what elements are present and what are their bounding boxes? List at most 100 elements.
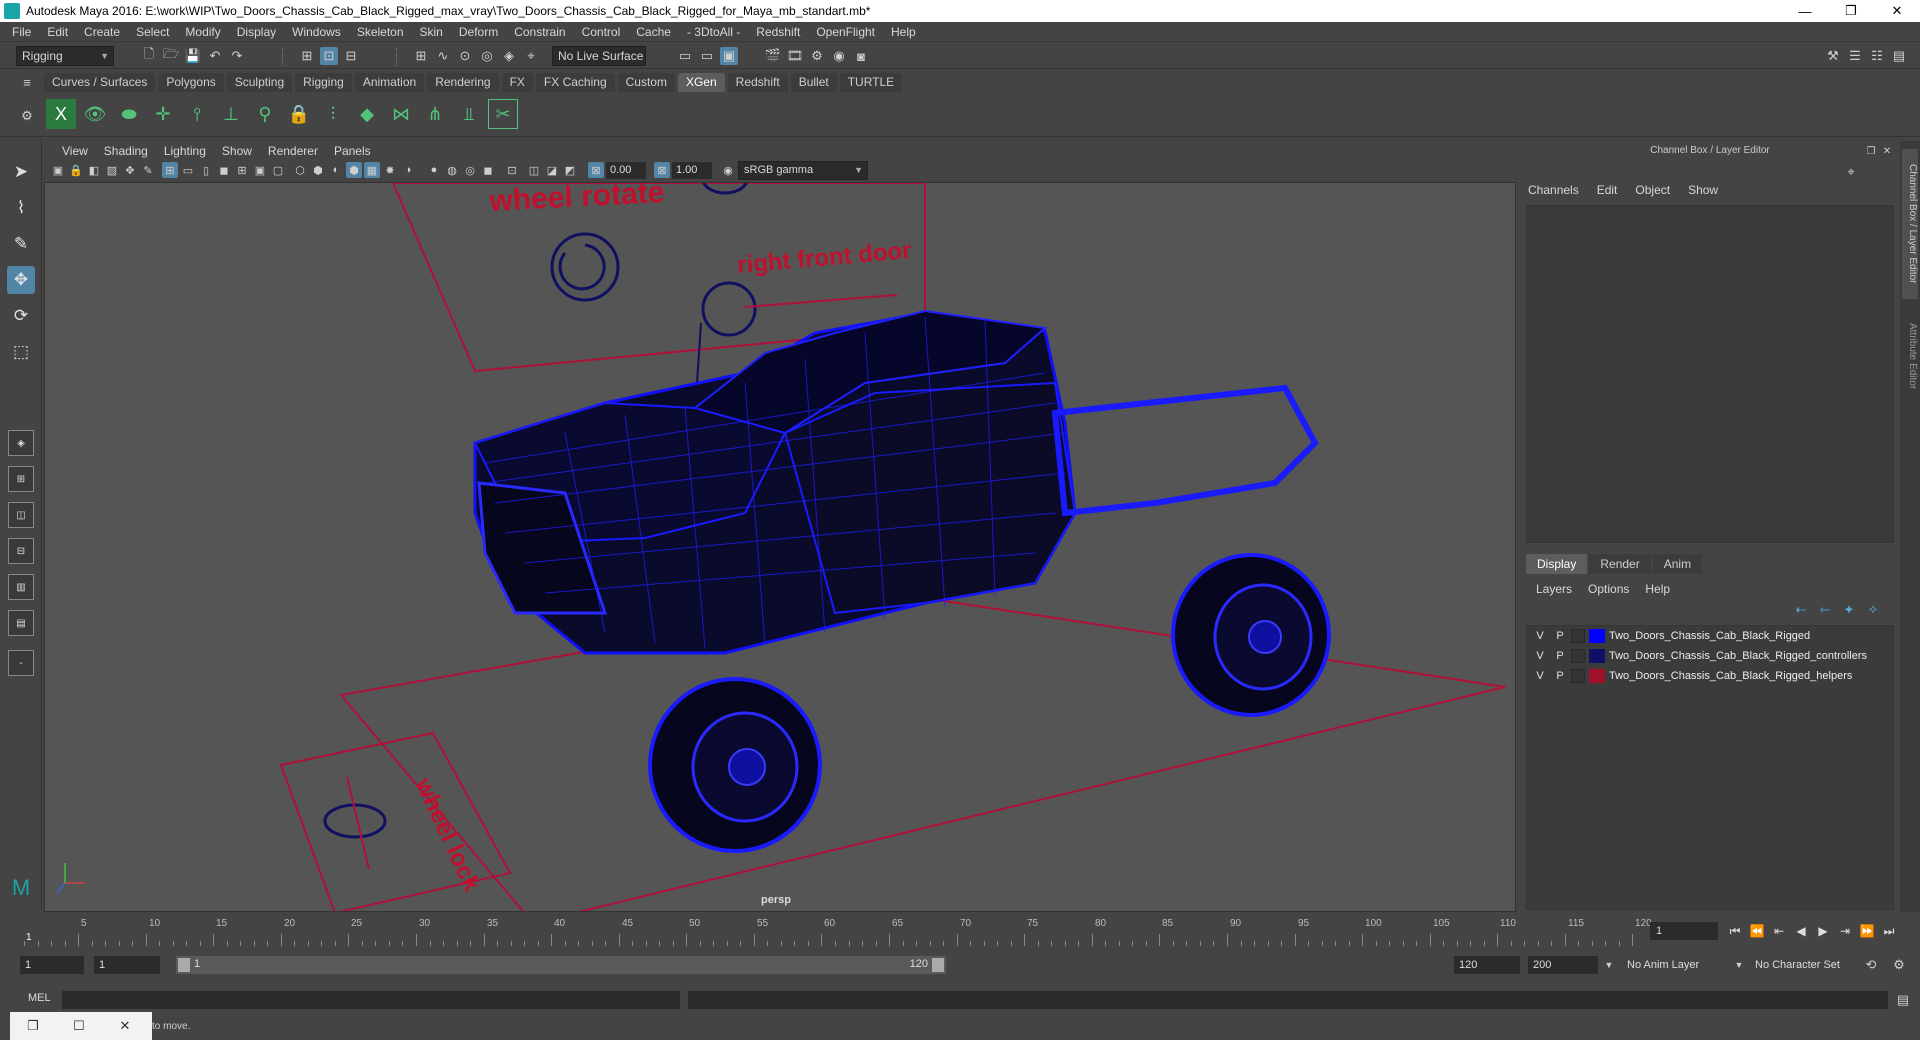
character-set-dropdown[interactable]: No Character Set [1750, 956, 1860, 974]
undo-icon[interactable]: ↶ [206, 47, 224, 65]
xgen-add-guide-icon[interactable]: ✛ [148, 99, 178, 129]
xgen-bake-icon[interactable]: ⋈ [386, 99, 416, 129]
select-component-icon[interactable]: ⊟ [342, 47, 360, 65]
menu-windows[interactable]: Windows [292, 25, 341, 39]
rotate-tool-icon[interactable]: ⟳ [7, 302, 35, 330]
select-object-icon[interactable]: ⊡ [320, 47, 338, 65]
range-start-handle[interactable] [178, 958, 190, 972]
step-forward-frame-icon[interactable]: ⏩ [1858, 922, 1876, 940]
shelf-tab-redshift[interactable]: Redshift [727, 73, 788, 92]
attribute-editor-toggle-icon[interactable]: ☰ [1846, 47, 1864, 65]
vp-menu-renderer[interactable]: Renderer [268, 144, 318, 158]
layer-visibility-toggle[interactable]: V [1533, 670, 1547, 682]
chevron-down-icon[interactable]: ▼ [1730, 956, 1748, 974]
field-chart-icon[interactable]: ⊞ [234, 162, 250, 178]
layer-color-swatch[interactable] [1589, 669, 1605, 683]
select-tool-icon[interactable]: ➤ [7, 158, 35, 186]
menu-openflight[interactable]: OpenFlight [816, 25, 875, 39]
menu-redshift[interactable]: Redshift [756, 25, 800, 39]
single-pane-layout-icon[interactable]: ◈ [8, 430, 34, 456]
auto-key-icon[interactable]: ⟲ [1862, 956, 1880, 974]
layer-row[interactable]: V P Two_Doors_Chassis_Cab_Black_Rigged [1527, 626, 1893, 646]
layer-tab-anim[interactable]: Anim [1652, 554, 1703, 574]
smooth-shade-icon[interactable]: ⬢ [310, 162, 326, 178]
layer-visibility-toggle[interactable]: V [1533, 650, 1547, 662]
exposure-toggle-icon[interactable]: ⊠ [588, 162, 604, 178]
xgen-collection-icon[interactable]: ⬬ [114, 99, 144, 129]
step-back-key-icon[interactable]: ⇤ [1770, 922, 1788, 940]
snap-grid-icon[interactable]: ⊞ [412, 47, 430, 65]
shelf-options-icon[interactable]: ⚙ [18, 107, 36, 125]
input-ops-icon[interactable]: ▭ [676, 47, 694, 65]
shelf-tab-polygons[interactable]: Polygons [158, 73, 224, 92]
menu-skeleton[interactable]: Skeleton [357, 25, 404, 39]
viewport-persp[interactable]: wheel rotate right front door wheel lock [44, 182, 1516, 912]
film-gate-icon[interactable]: ▭ [180, 162, 196, 178]
menu-display[interactable]: Display [237, 25, 276, 39]
layer-row[interactable]: V P Two_Doors_Chassis_Cab_Black_Rigged_h… [1527, 666, 1893, 686]
shelf-tab-bullet[interactable]: Bullet [790, 73, 837, 92]
xgen-layers-icon[interactable]: ◆ [352, 99, 382, 129]
resolution-gate-icon[interactable]: ▯ [198, 162, 214, 178]
make-live-icon[interactable]: ⌖ [522, 47, 540, 65]
go-to-end-icon[interactable]: ⏭ [1880, 922, 1898, 940]
close-window-icon[interactable]: ✕ [102, 1018, 148, 1034]
time-slider-track[interactable]: 1 5 10 15 20 25 30 35 40 45 50 55 60 65 70 75 80 85 90 95 1… [24, 916, 1652, 946]
persp-graph-layout-icon[interactable]: ⊟ [8, 538, 34, 564]
restore-button[interactable]: ❐ [1828, 0, 1874, 22]
layer-playback-toggle[interactable]: P [1553, 670, 1567, 682]
maximize-window-icon[interactable]: ☐ [56, 1018, 102, 1034]
menu-cache[interactable]: Cache [636, 25, 671, 39]
move-layer-up-icon[interactable]: ⇠ [1792, 601, 1810, 619]
snap-curve-icon[interactable]: ∿ [434, 47, 452, 65]
play-backwards-icon[interactable]: ◀ [1792, 922, 1810, 940]
save-scene-icon[interactable]: 💾 [184, 47, 202, 65]
playback-end-field[interactable]: 120 [1454, 956, 1520, 974]
top-controller[interactable] [702, 183, 748, 195]
render-settings-icon[interactable]: ⚙ [808, 47, 826, 65]
render-view-icon[interactable]: ◙ [852, 47, 870, 65]
shelf-tab-animation[interactable]: Animation [354, 73, 425, 92]
layer-type-toggle[interactable] [1571, 629, 1585, 643]
layer-name[interactable]: Two_Doors_Chassis_Cab_Black_Rigged_helpe… [1609, 670, 1852, 682]
side-tab-channel-box[interactable]: Channel Box / Layer Editor [1902, 149, 1918, 299]
go-to-start-icon[interactable]: ⏮ [1726, 922, 1744, 940]
layout-menu-icon[interactable]: - [8, 650, 34, 676]
xgen-hair-icon[interactable]: ⫫ [454, 99, 484, 129]
menu-file[interactable]: File [12, 25, 31, 39]
menu-deform[interactable]: Deform [459, 25, 498, 39]
layer-tab-display[interactable]: Display [1526, 554, 1588, 574]
shelf-tab-rigging[interactable]: Rigging [295, 73, 352, 92]
redo-icon[interactable]: ↷ [228, 47, 246, 65]
shadows-icon[interactable]: ◑ [400, 162, 416, 178]
cb-menu-edit[interactable]: Edit [1597, 183, 1618, 197]
xgen-preview-icon[interactable]: 👁 [80, 99, 110, 129]
menu-help[interactable]: Help [891, 25, 916, 39]
channel-box-toggle-icon[interactable]: ▤ [1890, 47, 1908, 65]
hypershade-icon[interactable]: ◉ [830, 47, 848, 65]
anim-layer-dropdown[interactable]: No Anim Layer [1622, 956, 1732, 974]
step-back-frame-icon[interactable]: ⏪ [1748, 922, 1766, 940]
vp-menu-view[interactable]: View [62, 144, 88, 158]
wireframe-icon[interactable]: ⬡ [292, 162, 308, 178]
shelf-tab-xgen[interactable]: XGen [677, 73, 725, 92]
side-tab-attribute-editor[interactable]: Attribute Editor [1902, 311, 1918, 401]
modeling-toolkit-icon[interactable]: ⚒ [1824, 47, 1842, 65]
shelf-tab-sculpting[interactable]: Sculpting [226, 73, 293, 92]
shelf-menu-icon[interactable]: ≡ [18, 73, 36, 91]
isolate-select-icon[interactable]: ⊡ [504, 162, 520, 178]
layer-row[interactable]: V P Two_Doors_Chassis_Cab_Black_Rigged_c… [1527, 646, 1893, 666]
range-bar[interactable]: 1 120 [176, 956, 946, 974]
xgen-editor-icon[interactable]: X [46, 99, 76, 129]
restore-window-icon[interactable]: ❐ [10, 1018, 56, 1034]
script-editor-icon[interactable]: ▤ [1894, 991, 1912, 1009]
channel-list[interactable] [1526, 205, 1894, 543]
paint-select-tool-icon[interactable]: ✎ [7, 230, 35, 258]
minimized-window-chip[interactable]: ❐ ☐ ✕ [10, 1012, 152, 1040]
xray-icon[interactable]: ◫ [526, 162, 542, 178]
xgen-guides-icon[interactable]: ⫯ [182, 99, 212, 129]
time-slider[interactable]: 1 5 10 15 20 25 30 35 40 45 50 55 60 65 70 75 80 85 90 95 1… [0, 914, 1920, 948]
safe-action-icon[interactable]: ▣ [252, 162, 268, 178]
new-empty-layer-icon[interactable]: ✦ [1840, 601, 1858, 619]
menu-modify[interactable]: Modify [185, 25, 220, 39]
